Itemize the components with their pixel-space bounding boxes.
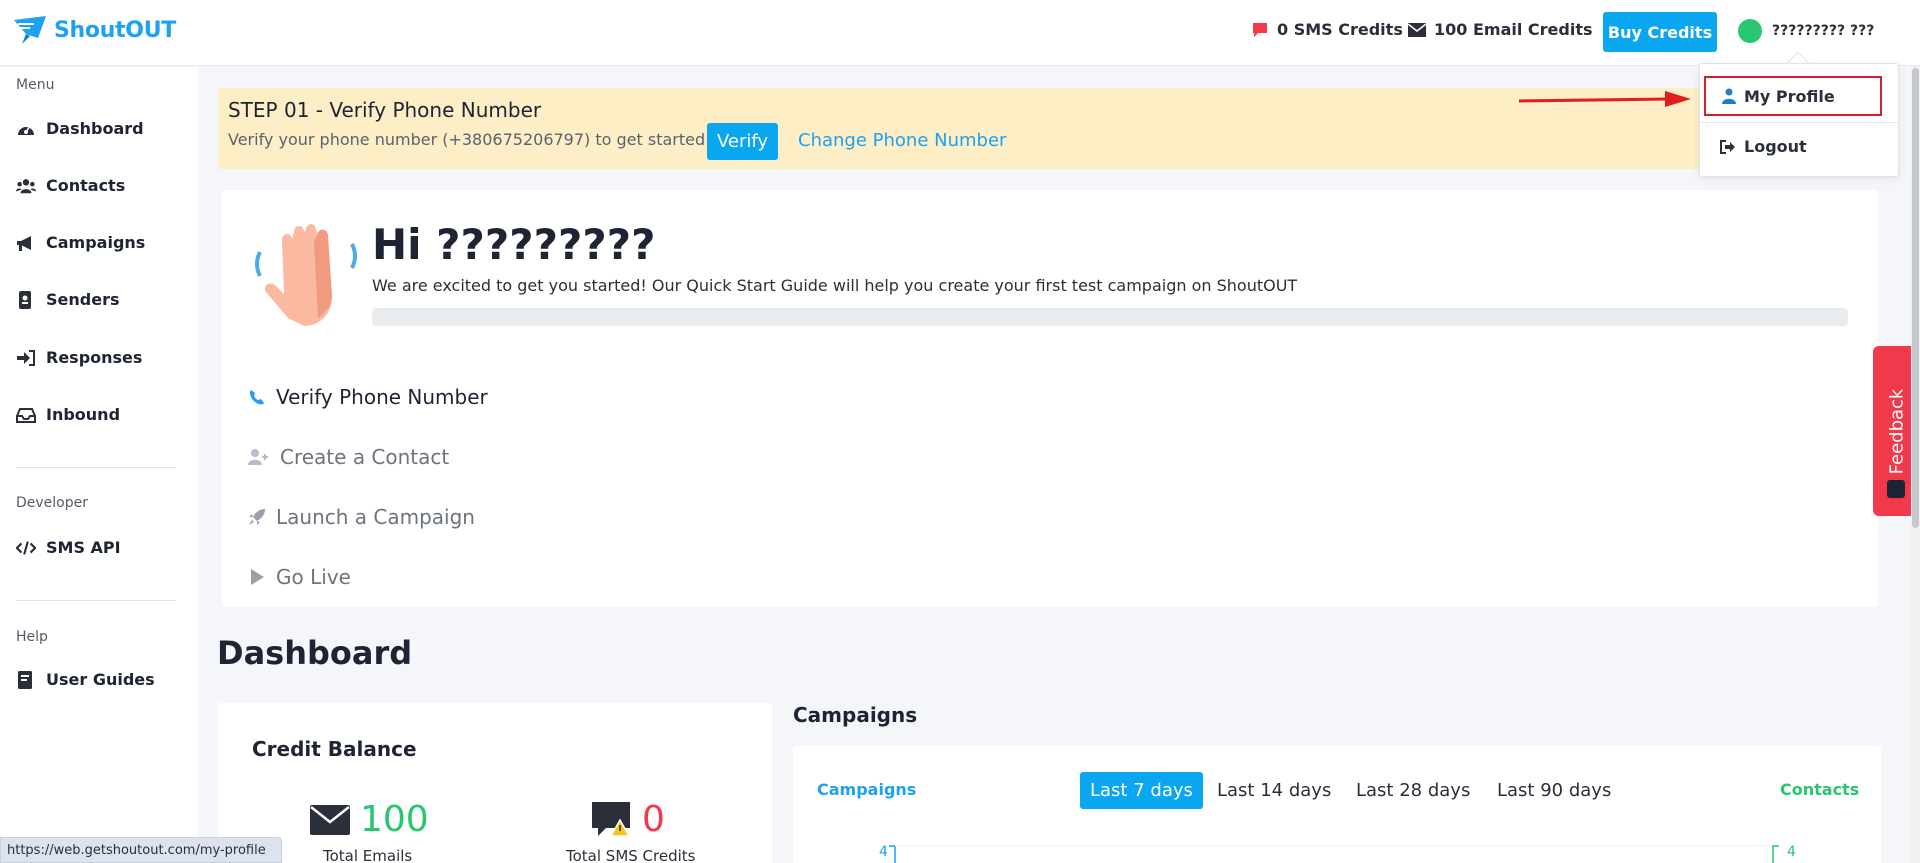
my-profile-menu-item[interactable]: My Profile	[1704, 76, 1882, 116]
sidebar: Menu Dashboard Contacts Campaigns Sender…	[0, 67, 198, 863]
menu-item-label: Logout	[1744, 137, 1807, 156]
link-status-tooltip: https://web.getshoutout.com/my-profile	[0, 837, 282, 863]
total-emails-value: 100	[360, 799, 429, 840]
left-axis-tick: 4	[879, 844, 888, 860]
megaphone-icon	[17, 235, 31, 251]
phone-icon	[250, 390, 264, 405]
onboarding-progress-bar	[372, 308, 1848, 326]
top-header: ShoutOUT 0 SMS Credits 100 Email Credits…	[0, 0, 1920, 66]
change-phone-link[interactable]: Change Phone Number	[798, 130, 1006, 151]
sidebar-item-sms-api[interactable]: SMS API	[16, 538, 121, 557]
guide-step-launch-campaign[interactable]: Launch a Campaign	[248, 505, 475, 529]
range-last-90-days[interactable]: Last 90 days	[1487, 772, 1621, 809]
sidebar-item-inbound[interactable]: Inbound	[16, 405, 120, 424]
sign-in-icon	[17, 349, 35, 366]
guide-step-label: Create a Contact	[280, 445, 450, 469]
developer-section-heading: Developer	[16, 495, 89, 511]
page-scrollbar-thumb[interactable]	[1912, 68, 1919, 528]
paper-plane-icon	[14, 16, 46, 44]
annotation-arrow-icon	[1518, 91, 1691, 107]
menu-section-heading: Menu	[16, 77, 55, 93]
rocket-icon	[249, 509, 265, 525]
user-dropdown-menu: My Profile Logout	[1699, 63, 1899, 177]
email-credits-label: 100 Email Credits	[1434, 20, 1593, 39]
waving-hand-icon	[255, 224, 357, 326]
logout-menu-item[interactable]: Logout	[1700, 137, 1898, 156]
brand-name: ShoutOUT	[54, 17, 176, 43]
sidebar-item-responses[interactable]: Responses	[16, 348, 142, 367]
sidebar-item-campaigns[interactable]: Campaigns	[16, 233, 145, 252]
guide-step-create-contact[interactable]: Create a Contact	[248, 445, 449, 469]
sidebar-item-label: Inbound	[46, 405, 121, 424]
chat-bubble-icon	[1253, 22, 1267, 37]
sidebar-item-senders[interactable]: Senders	[16, 290, 119, 309]
sms-credits: 0 SMS Credits	[1251, 20, 1403, 39]
users-icon	[16, 178, 36, 193]
sidebar-item-label: Responses	[46, 348, 143, 367]
sidebar-divider	[16, 600, 176, 601]
code-icon	[16, 540, 36, 555]
online-status-dot	[1738, 19, 1762, 43]
id-card-icon	[19, 290, 31, 309]
intro-text: We are excited to get you started! Our Q…	[372, 276, 1298, 295]
inbox-icon	[16, 407, 36, 423]
sms-warning-icon	[592, 801, 631, 837]
sidebar-item-user-guides[interactable]: User Guides	[16, 670, 155, 689]
total-emails-stat: 100	[310, 799, 429, 840]
play-icon	[251, 569, 264, 585]
brand-logo[interactable]: ShoutOUT	[12, 14, 176, 46]
help-section-heading: Help	[16, 629, 48, 645]
user-name: ????????? ???	[1772, 23, 1875, 39]
sms-credits-label: 0 SMS Credits	[1277, 20, 1403, 39]
guide-step-verify-phone[interactable]: Verify Phone Number	[248, 385, 488, 409]
sidebar-divider	[16, 467, 176, 468]
user-plus-icon	[248, 449, 268, 465]
legend-contacts: Contacts	[1780, 780, 1860, 799]
sidebar-item-label: Senders	[46, 290, 120, 309]
step-title: STEP 01 - Verify Phone Number	[228, 98, 542, 122]
total-sms-label: Total SMS Credits	[566, 847, 696, 863]
sidebar-item-label: Contacts	[46, 176, 126, 195]
campaigns-heading: Campaigns	[793, 703, 918, 727]
chart-axes	[889, 845, 1779, 863]
email-credits: 100 Email Credits	[1408, 20, 1593, 39]
range-last-28-days[interactable]: Last 28 days	[1346, 772, 1480, 809]
dropdown-divider	[1700, 122, 1898, 123]
verify-button[interactable]: Verify	[707, 123, 778, 160]
greeting-heading: Hi ?????????	[372, 220, 656, 269]
book-icon	[18, 670, 32, 689]
sidebar-item-label: Campaigns	[46, 233, 146, 252]
step-description: Verify your phone number (+380675206797)…	[228, 130, 711, 149]
envelope-icon	[1408, 22, 1426, 37]
guide-step-label: Go Live	[276, 565, 351, 589]
user-menu-toggle[interactable]: ????????? ???	[1738, 19, 1874, 43]
gauge-icon	[18, 125, 34, 135]
range-last-7-days[interactable]: Last 7 days	[1080, 772, 1203, 809]
sidebar-item-contacts[interactable]: Contacts	[16, 176, 125, 195]
sidebar-item-dashboard[interactable]: Dashboard	[16, 119, 144, 138]
credit-balance-title: Credit Balance	[252, 737, 417, 761]
smile-icon	[1887, 480, 1905, 498]
user-icon	[1722, 88, 1736, 104]
total-sms-stat: 0	[590, 799, 665, 840]
guide-step-label: Launch a Campaign	[276, 505, 475, 529]
total-sms-value: 0	[642, 799, 665, 840]
buy-credits-button[interactable]: Buy Credits	[1603, 12, 1717, 52]
quick-start-card: Hi ????????? We are excited to get you s…	[222, 190, 1878, 607]
guide-step-label: Verify Phone Number	[276, 385, 488, 409]
feedback-label: Feedback	[1886, 388, 1908, 474]
range-last-14-days[interactable]: Last 14 days	[1207, 772, 1341, 809]
sidebar-item-label: User Guides	[46, 670, 155, 689]
campaigns-chart-card: Campaigns Last 7 days Last 14 days Last …	[793, 746, 1881, 863]
menu-item-label: My Profile	[1744, 86, 1835, 106]
envelope-icon	[310, 804, 350, 835]
guide-step-go-live[interactable]: Go Live	[248, 565, 351, 589]
total-emails-label: Total Emails	[323, 847, 413, 863]
legend-campaigns: Campaigns	[817, 780, 917, 799]
dashboard-heading: Dashboard	[217, 634, 413, 672]
sign-out-icon	[1720, 139, 1735, 154]
credit-balance-card: Credit Balance 100 Total Emails 0 Total …	[218, 703, 772, 863]
sidebar-item-label: Dashboard	[46, 119, 144, 138]
sidebar-item-label: SMS API	[46, 538, 121, 557]
